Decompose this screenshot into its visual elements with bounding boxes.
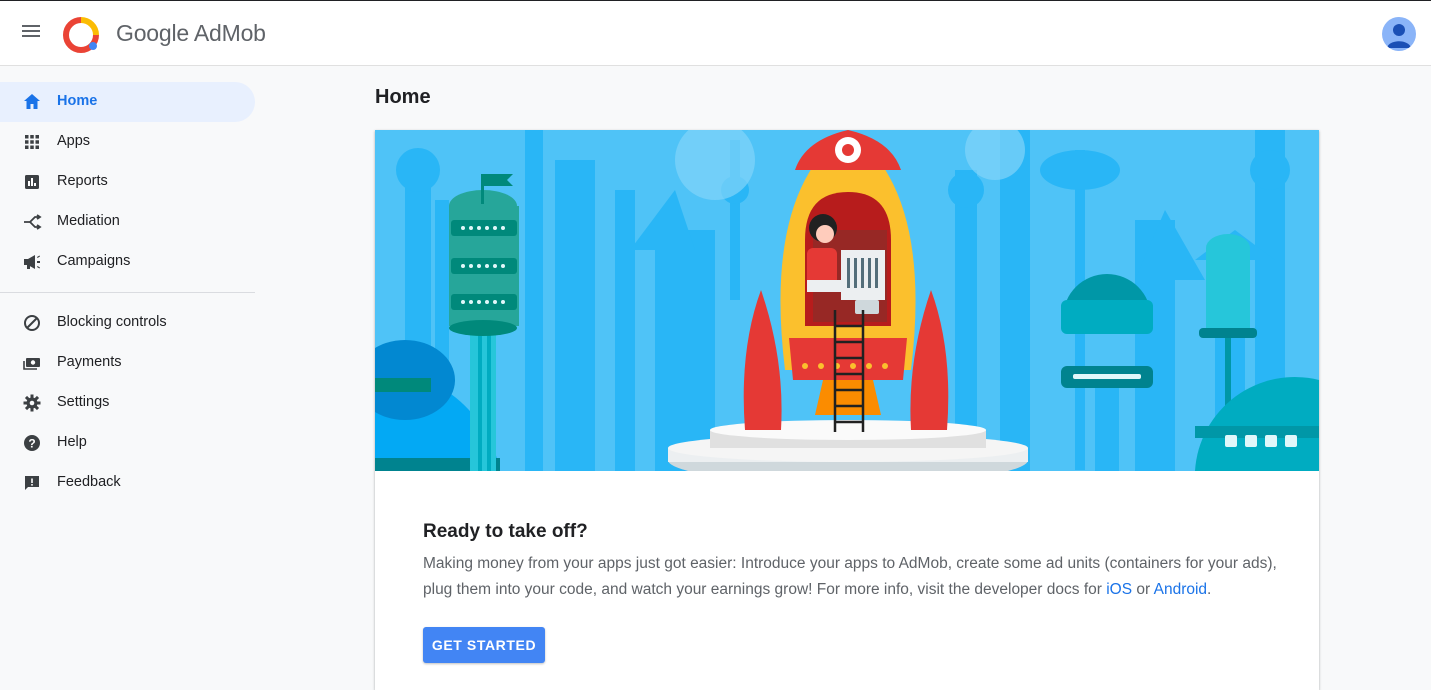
sidebar-item-label: Payments <box>57 354 122 370</box>
body-end-text: . <box>1207 581 1212 598</box>
card-description: Making money from your apps just got eas… <box>423 551 1283 603</box>
side-navigation: Home Apps Reports Mediation Campaigns Bl… <box>0 66 256 679</box>
block-icon <box>24 315 40 331</box>
sidebar-item-settings[interactable]: Settings <box>0 383 255 423</box>
apps-grid-icon <box>25 135 39 149</box>
help-icon: ? <box>24 435 40 451</box>
welcome-card: Ready to take off? Making money from you… <box>375 130 1319 690</box>
payments-icon <box>23 358 40 370</box>
link-connector-text: or <box>1132 581 1154 598</box>
sidebar-item-home[interactable]: Home <box>0 82 255 122</box>
sidebar-item-help[interactable]: ? Help <box>0 423 255 463</box>
sidebar-item-label: Settings <box>57 394 110 410</box>
admob-logo-icon[interactable] <box>63 17 99 53</box>
rocket-launch-illustration <box>375 130 1319 471</box>
sidebar-divider <box>0 292 255 293</box>
sidebar-item-campaigns[interactable]: Campaigns <box>0 242 255 282</box>
card-title: Ready to take off? <box>423 521 588 542</box>
page-title: Home <box>375 86 431 108</box>
rocket-hero-illustration <box>375 130 1319 471</box>
sidebar-item-label: Help <box>57 434 87 450</box>
reports-icon <box>25 175 39 189</box>
sidebar-item-mediation[interactable]: Mediation <box>0 202 255 242</box>
android-docs-link[interactable]: Android <box>1154 581 1207 598</box>
svg-text:?: ? <box>28 437 35 451</box>
brand-name: Google AdMob <box>116 20 266 46</box>
account-icon <box>1387 24 1411 48</box>
home-icon <box>24 94 40 109</box>
top-app-bar: Google AdMob <box>0 0 1431 66</box>
sidebar-item-label: Campaigns <box>57 253 131 269</box>
gear-icon <box>23 394 41 412</box>
sidebar-item-label: Blocking controls <box>57 314 167 330</box>
sidebar-item-payments[interactable]: Payments <box>0 343 255 383</box>
ios-docs-link[interactable]: iOS <box>1106 581 1132 598</box>
feedback-icon <box>25 476 39 490</box>
sidebar-item-label: Apps <box>57 133 91 149</box>
mediation-icon <box>24 214 42 230</box>
sidebar-item-label: Reports <box>57 173 108 189</box>
get-started-button[interactable]: GET STARTED <box>423 627 545 663</box>
sidebar-item-reports[interactable]: Reports <box>0 162 255 202</box>
sidebar-item-label: Home <box>57 93 98 109</box>
account-avatar[interactable] <box>1382 17 1416 51</box>
sidebar-item-feedback[interactable]: Feedback <box>0 463 255 503</box>
menu-icon[interactable] <box>20 22 42 44</box>
sidebar-item-label: Feedback <box>57 474 121 490</box>
sidebar-item-label: Mediation <box>57 213 120 229</box>
megaphone-icon <box>24 255 40 269</box>
sidebar-item-apps[interactable]: Apps <box>0 122 255 162</box>
sidebar-item-blocking-controls[interactable]: Blocking controls <box>0 303 255 343</box>
